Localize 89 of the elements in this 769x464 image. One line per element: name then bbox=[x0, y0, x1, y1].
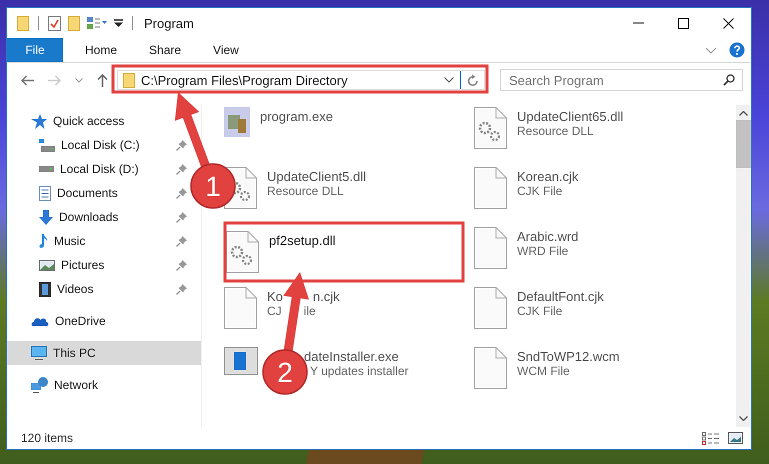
ribbon-tab[interactable]: File bbox=[7, 38, 63, 62]
window-title: Program bbox=[144, 16, 194, 30]
document-icon bbox=[39, 186, 51, 200]
blank-file-icon bbox=[474, 287, 507, 329]
file-name: UpdateClient65.dll bbox=[517, 109, 624, 124]
file-name: DefaultFont.cjk bbox=[517, 289, 604, 304]
thumbnail-view-icon[interactable] bbox=[728, 432, 743, 444]
customize-toolbar-icon[interactable] bbox=[114, 19, 123, 27]
file-name: n.cjk bbox=[312, 289, 340, 304]
pin-icon[interactable] bbox=[176, 260, 187, 270]
pin-icon[interactable] bbox=[176, 284, 187, 294]
scroll-up-icon[interactable] bbox=[739, 111, 748, 116]
gear-file-icon bbox=[474, 107, 507, 149]
pin-icon[interactable] bbox=[176, 212, 187, 222]
program-icon bbox=[224, 107, 250, 137]
step-badge: 1 bbox=[190, 163, 236, 209]
blank-file-icon bbox=[474, 167, 507, 209]
file-type: Y updates installer bbox=[310, 364, 409, 378]
help-icon[interactable] bbox=[729, 42, 745, 58]
pin-icon[interactable] bbox=[176, 236, 187, 246]
folder-icon bbox=[123, 72, 135, 88]
nav-item[interactable]: Videos bbox=[39, 277, 98, 301]
nav-item[interactable]: Local Disk (D:) bbox=[39, 157, 143, 181]
file-type: WCM File bbox=[517, 364, 571, 378]
file-type: ile bbox=[304, 304, 316, 318]
file-name: Arabic.wrd bbox=[517, 229, 578, 244]
nav-item[interactable]: Music bbox=[39, 229, 90, 253]
file-type: Resource DLL bbox=[267, 184, 345, 198]
file-name: Korean.cjk bbox=[517, 169, 578, 184]
gear-file-icon bbox=[226, 231, 259, 273]
minimize-icon bbox=[633, 22, 644, 24]
pin-icon[interactable] bbox=[176, 164, 187, 174]
landscape-icon bbox=[39, 260, 55, 270]
nav-item[interactable]: Network bbox=[7, 373, 201, 397]
file-type: CJ bbox=[267, 304, 282, 318]
scrollbar[interactable] bbox=[736, 105, 751, 427]
folder-icon[interactable] bbox=[17, 16, 29, 30]
file-name: SndToWP12.wcm bbox=[517, 349, 620, 364]
back-arrow-icon[interactable] bbox=[21, 74, 34, 86]
nav-item[interactable]: Quick access bbox=[7, 109, 201, 133]
search-field[interactable]: Search Program bbox=[500, 69, 743, 91]
nav-item[interactable]: Pictures bbox=[39, 253, 108, 277]
file-name: program.exe bbox=[260, 109, 333, 124]
scroll-down-icon[interactable] bbox=[739, 416, 748, 421]
computer-icon bbox=[31, 346, 47, 360]
file-name: dateInstaller.exe bbox=[304, 349, 400, 364]
nav-item[interactable]: Documents bbox=[39, 181, 122, 205]
file-type: CJK File bbox=[517, 304, 564, 318]
drive-icon bbox=[39, 166, 54, 172]
pin-icon[interactable] bbox=[176, 140, 187, 150]
film-icon bbox=[39, 282, 51, 296]
ribbon-tab[interactable]: View bbox=[197, 38, 255, 62]
details-view-icon[interactable] bbox=[702, 432, 720, 444]
scroll-thumb[interactable] bbox=[736, 120, 751, 168]
nav-item[interactable]: OneDrive bbox=[7, 309, 201, 333]
file-type: CJK File bbox=[517, 184, 564, 198]
network-icon bbox=[31, 377, 48, 393]
drive-icon bbox=[39, 138, 55, 152]
blank-file-icon bbox=[474, 227, 507, 269]
pin-icon[interactable] bbox=[176, 188, 187, 198]
view-options-icon[interactable] bbox=[87, 16, 107, 30]
blank-file-icon bbox=[474, 347, 507, 389]
down-arrow-icon bbox=[39, 210, 53, 224]
nav-item[interactable]: Local Disk (C:) bbox=[39, 133, 144, 157]
window-icon bbox=[224, 347, 258, 375]
address-path: C:\Program Files\Program Directory bbox=[141, 72, 349, 88]
ribbon-tab[interactable]: Home bbox=[69, 38, 134, 62]
file-name: Ko bbox=[267, 289, 283, 304]
up-arrow-icon[interactable] bbox=[97, 74, 108, 86]
file-type: Resource DLL bbox=[517, 124, 595, 138]
file-name: pf2setup.dll bbox=[269, 233, 336, 248]
close-icon bbox=[723, 18, 734, 28]
address-bar[interactable]: C:\Program Files\Program Directory bbox=[117, 70, 485, 90]
item-count: 120 items bbox=[21, 431, 74, 445]
ribbon-tab[interactable]: Share bbox=[133, 38, 198, 62]
nav-item[interactable]: Downloads bbox=[39, 205, 122, 229]
search-icon[interactable] bbox=[723, 74, 735, 86]
star-icon bbox=[31, 114, 47, 128]
maximize-icon bbox=[678, 18, 689, 28]
blank-file-icon bbox=[224, 287, 257, 329]
file-name: UpdateClient5.dll bbox=[267, 169, 366, 184]
file-type: WRD File bbox=[517, 244, 570, 258]
checklist-icon[interactable] bbox=[48, 16, 61, 30]
music-note-icon bbox=[39, 234, 48, 248]
nav-item[interactable]: This PC bbox=[7, 341, 201, 365]
refresh-icon[interactable] bbox=[467, 74, 479, 86]
chevron-down-icon[interactable] bbox=[444, 77, 454, 83]
folder-icon[interactable] bbox=[68, 16, 80, 30]
cloud-icon bbox=[31, 316, 49, 326]
